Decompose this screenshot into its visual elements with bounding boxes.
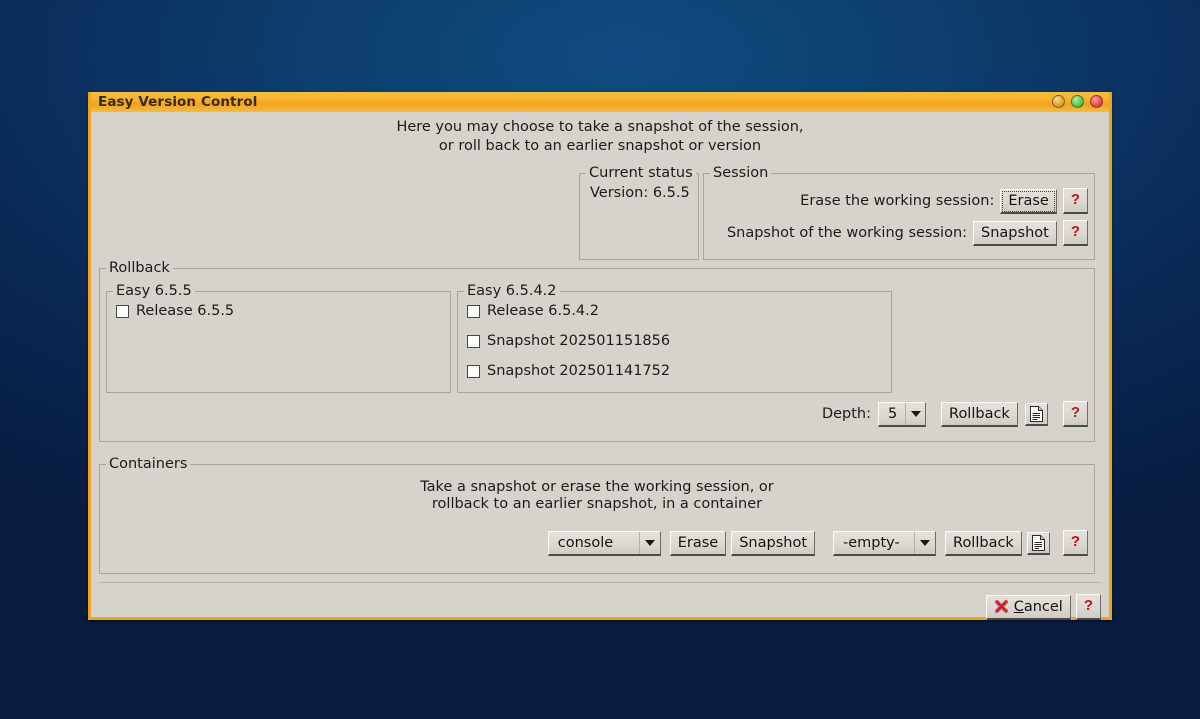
footer-separator bbox=[99, 582, 1101, 583]
checkbox-label: Snapshot 202501141752 bbox=[487, 363, 671, 379]
rollback-version-group-1-title: Easy 6.5.5 bbox=[113, 283, 195, 299]
rollback-group-title: Rollback bbox=[106, 260, 173, 276]
footer-actions: Cancel ? bbox=[985, 594, 1101, 620]
cancel-button[interactable]: Cancel bbox=[985, 594, 1071, 620]
session-erase-row: Erase the working session: Erase ? bbox=[704, 188, 1094, 214]
checkbox-label: Release 6.5.4.2 bbox=[487, 303, 599, 319]
containers-description-line-2: rollback to an earlier snapshot, in a co… bbox=[431, 496, 763, 512]
container-snapshot-select[interactable]: -empty- bbox=[833, 530, 937, 556]
cancel-button-label: Cancel bbox=[1014, 598, 1063, 616]
session-snapshot-button[interactable]: Snapshot bbox=[973, 220, 1057, 246]
checkbox-box[interactable] bbox=[467, 334, 480, 348]
session-group: Session Erase the working session: Erase… bbox=[703, 165, 1095, 260]
document-icon bbox=[1031, 534, 1045, 551]
container-snapshot-button[interactable]: Snapshot bbox=[731, 530, 816, 556]
rollback-version-group-2: Easy 6.5.4.2 Release 6.5.4.2 Snapshot 20… bbox=[457, 283, 892, 393]
window-title: Easy Version Control bbox=[98, 94, 258, 110]
chevron-down-icon[interactable] bbox=[905, 402, 925, 425]
session-snapshot-label: Snapshot of the working session: bbox=[726, 225, 968, 241]
container-select[interactable]: console bbox=[547, 530, 661, 556]
session-snapshot-help-icon[interactable]: ? bbox=[1062, 220, 1088, 246]
rollback-version-group-1: Easy 6.5.5 Release 6.5.5 bbox=[106, 283, 451, 393]
cancel-x-icon bbox=[994, 599, 1009, 614]
rollback-log-button[interactable] bbox=[1024, 402, 1048, 426]
rollback-checkbox-release-6542[interactable]: Release 6.5.4.2 bbox=[467, 303, 670, 319]
rollback-checkbox-release-655[interactable]: Release 6.5.5 bbox=[116, 303, 234, 319]
session-snapshot-row: Snapshot of the working session: Snapsho… bbox=[704, 220, 1094, 246]
current-status-group: Current status Version: 6.5.5 bbox=[579, 165, 699, 260]
cancel-mnemonic: C bbox=[1013, 598, 1024, 615]
rollback-group: Rollback Easy 6.5.5 Release 6.5.5 Easy 6… bbox=[99, 260, 1095, 442]
rollback-version-group-2-items: Release 6.5.4.2 Snapshot 202501151856 Sn… bbox=[467, 303, 670, 379]
close-button-icon[interactable] bbox=[1090, 95, 1103, 108]
rollback-checkbox-snapshot-202501151856[interactable]: Snapshot 202501151856 bbox=[467, 333, 670, 349]
checkbox-label: Snapshot 202501151856 bbox=[487, 333, 671, 349]
maximize-button-icon[interactable] bbox=[1071, 95, 1084, 108]
rollback-version-group-1-items: Release 6.5.5 bbox=[116, 303, 234, 319]
chevron-down-icon[interactable] bbox=[914, 531, 935, 554]
checkbox-box[interactable] bbox=[116, 304, 129, 318]
footer-help-icon[interactable]: ? bbox=[1075, 594, 1101, 620]
container-rollback-button[interactable]: Rollback bbox=[945, 530, 1022, 556]
chevron-down-icon[interactable] bbox=[638, 531, 660, 554]
depth-select-value: 5 bbox=[888, 405, 898, 422]
session-erase-help-icon[interactable]: ? bbox=[1062, 188, 1088, 214]
version-label: Version: 6.5.5 bbox=[590, 185, 690, 201]
container-snapshot-select-value: -empty- bbox=[843, 534, 900, 551]
depth-label: Depth: bbox=[821, 406, 872, 422]
intro-line-1: Here you may choose to take a snapshot o… bbox=[396, 119, 804, 135]
intro-text: Here you may choose to take a snapshot o… bbox=[91, 112, 1109, 156]
minimize-button-icon[interactable] bbox=[1052, 95, 1065, 108]
intro-line-2: or roll back to an earlier snapshot or v… bbox=[438, 138, 762, 154]
container-erase-button[interactable]: Erase bbox=[669, 530, 727, 556]
current-status-group-title: Current status bbox=[586, 165, 696, 181]
rollback-checkbox-snapshot-202501141752[interactable]: Snapshot 202501141752 bbox=[467, 363, 670, 379]
container-select-value: console bbox=[557, 534, 614, 551]
rollback-help-icon[interactable]: ? bbox=[1062, 401, 1088, 427]
containers-group: Containers Take a snapshot or erase the … bbox=[99, 456, 1095, 574]
window-titlebar[interactable]: Easy Version Control bbox=[91, 92, 1109, 112]
checkbox-box[interactable] bbox=[467, 304, 480, 318]
depth-select[interactable]: 5 bbox=[878, 401, 927, 427]
rollback-button[interactable]: Rollback bbox=[941, 401, 1018, 427]
session-group-title: Session bbox=[710, 165, 772, 181]
checkbox-label: Release 6.5.5 bbox=[136, 303, 235, 319]
rollback-action-row: Depth: 5 Rollback ? bbox=[822, 401, 1088, 427]
containers-action-row: console Erase Snapshot -empty- Rollback bbox=[547, 530, 1088, 556]
containers-description-line-1: Take a snapshot or erase the working ses… bbox=[420, 479, 774, 495]
rollback-version-group-2-title: Easy 6.5.4.2 bbox=[464, 283, 560, 299]
cancel-rest: ancel bbox=[1023, 598, 1063, 615]
document-icon bbox=[1029, 405, 1043, 422]
session-erase-label: Erase the working session: bbox=[800, 193, 995, 209]
container-log-button[interactable] bbox=[1026, 531, 1050, 555]
checkbox-box[interactable] bbox=[467, 364, 480, 378]
easy-version-control-window: Easy Version Control Here you may choose… bbox=[88, 92, 1112, 620]
containers-group-title: Containers bbox=[106, 456, 191, 472]
window-controls bbox=[1052, 95, 1103, 108]
containers-description: Take a snapshot or erase the working ses… bbox=[100, 479, 1094, 514]
session-erase-button[interactable]: Erase bbox=[1000, 188, 1057, 214]
containers-help-icon[interactable]: ? bbox=[1062, 530, 1088, 556]
dialog-client-area: Here you may choose to take a snapshot o… bbox=[91, 112, 1109, 620]
